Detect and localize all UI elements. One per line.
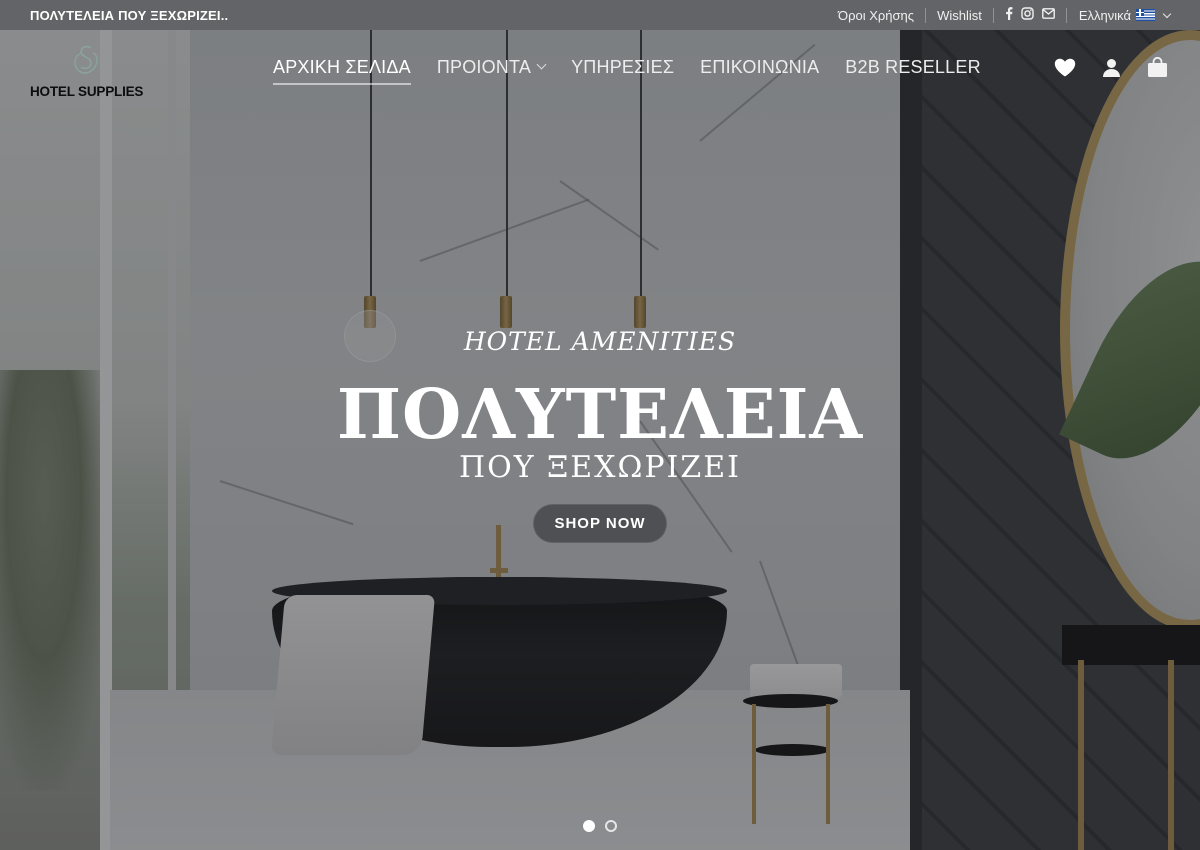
nav-item-products[interactable]: ΠΡΟΙΟΝΤΑ: [424, 47, 558, 87]
slider-dot-1[interactable]: [583, 820, 595, 832]
language-label: Ελληνικά: [1078, 7, 1131, 23]
instagram-icon[interactable]: [1021, 7, 1034, 23]
main-nav: ΑΡΧΙΚΗ ΣΕΛΙΔΑ ΠΡΟΙΟΝΤΑ ΥΠΗΡΕΣΙΕΣ ΕΠΙΚΟΙΝ…: [260, 47, 994, 87]
slider-dot-2[interactable]: [605, 820, 617, 832]
nav-item-label: ΥΠΗΡΕΣΙΕΣ: [571, 56, 675, 77]
top-bar: ΠΟΛΥΤΕΛΕΙΑ ΠΟΥ ΞΕΧΩΡΙΖΕΙ.. Όροι Χρήσης W…: [0, 0, 1200, 30]
hero-kicker: HOTEL AMENITIES: [463, 327, 737, 356]
logo-mark-icon: [74, 45, 98, 74]
chevron-down-icon: [1162, 9, 1172, 18]
nav-item-label: ΕΠΙΚΟΙΝΩΝΙΑ: [700, 56, 820, 77]
nav-item-home[interactable]: ΑΡΧΙΚΗ ΣΕΛΙΔΑ: [260, 47, 424, 87]
nav-item-label: B2B RESELLER: [845, 56, 981, 77]
shop-now-button[interactable]: SHOP NOW: [533, 504, 667, 543]
hero-subline: ΠΟΥ ΞΕΧΩΡΙΖΕΙ: [459, 450, 741, 485]
shopping-bag-icon[interactable]: [1144, 54, 1170, 80]
top-bar-tagline: ΠΟΛΥΤΕΛΕΙΑ ΠΟΥ ΞΕΧΩΡΙΖΕΙ..: [30, 7, 229, 23]
chevron-down-icon: [536, 59, 547, 70]
social-links: [994, 7, 1066, 23]
header-icons: [1052, 54, 1170, 80]
site-logo[interactable]: HOTEL SUPPLIES: [30, 35, 144, 99]
heart-icon[interactable]: [1052, 54, 1078, 80]
wishlist-link[interactable]: Wishlist: [926, 8, 993, 23]
terms-link[interactable]: Όροι Χρήσης: [827, 8, 925, 23]
language-switcher[interactable]: Ελληνικά: [1067, 7, 1172, 23]
hero-content: HOTEL AMENITIES ΠΟΛΥΤΕΛΕΙΑ ΠΟΥ ΞΕΧΩΡΙΖΕΙ…: [0, 320, 1200, 543]
greek-flag-icon: [1136, 9, 1155, 21]
site-header: HOTEL SUPPLIES ΑΡΧΙΚΗ ΣΕΛΙΔΑ ΠΡΟΙΟΝΤΑ ΥΠ…: [0, 30, 1200, 104]
user-icon[interactable]: [1098, 54, 1124, 80]
logo-text: HOTEL SUPPLIES: [30, 84, 144, 99]
nav-item-label: ΑΡΧΙΚΗ ΣΕΛΙΔΑ: [273, 56, 411, 77]
nav-item-label: ΠΡΟΙΟΝΤΑ: [436, 56, 532, 77]
nav-item-contact[interactable]: ΕΠΙΚΟΙΝΩΝΙΑ: [687, 47, 832, 87]
email-icon[interactable]: [1041, 8, 1055, 22]
top-bar-links: Όροι Χρήσης Wishlist Ελληνικά: [827, 0, 1172, 30]
slider-dots: [583, 820, 617, 832]
hero-headline: ΠΟΛΥΤΕΛΕΙΑ: [336, 375, 864, 455]
nav-item-b2b-reseller[interactable]: B2B RESELLER: [832, 47, 993, 87]
nav-item-services[interactable]: ΥΠΗΡΕΣΙΕΣ: [558, 47, 687, 87]
facebook-icon[interactable]: [1005, 7, 1013, 23]
